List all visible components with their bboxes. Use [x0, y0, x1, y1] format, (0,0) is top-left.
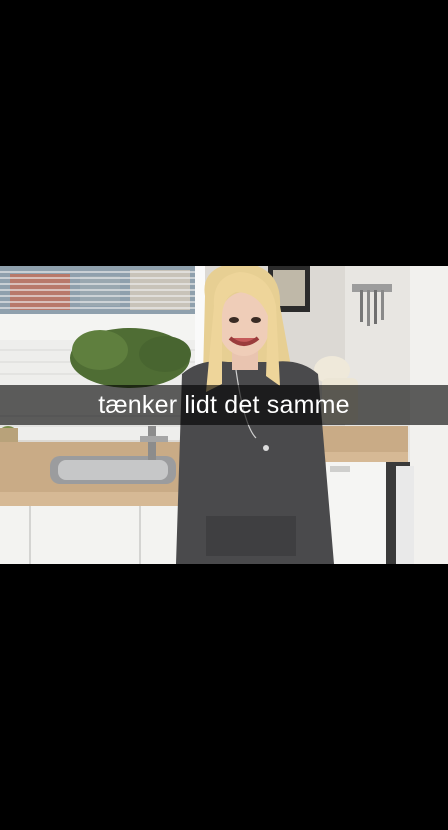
caption-bar: tænker lidt det samme: [0, 385, 448, 425]
caption-text: tænker lidt det samme: [98, 390, 350, 419]
